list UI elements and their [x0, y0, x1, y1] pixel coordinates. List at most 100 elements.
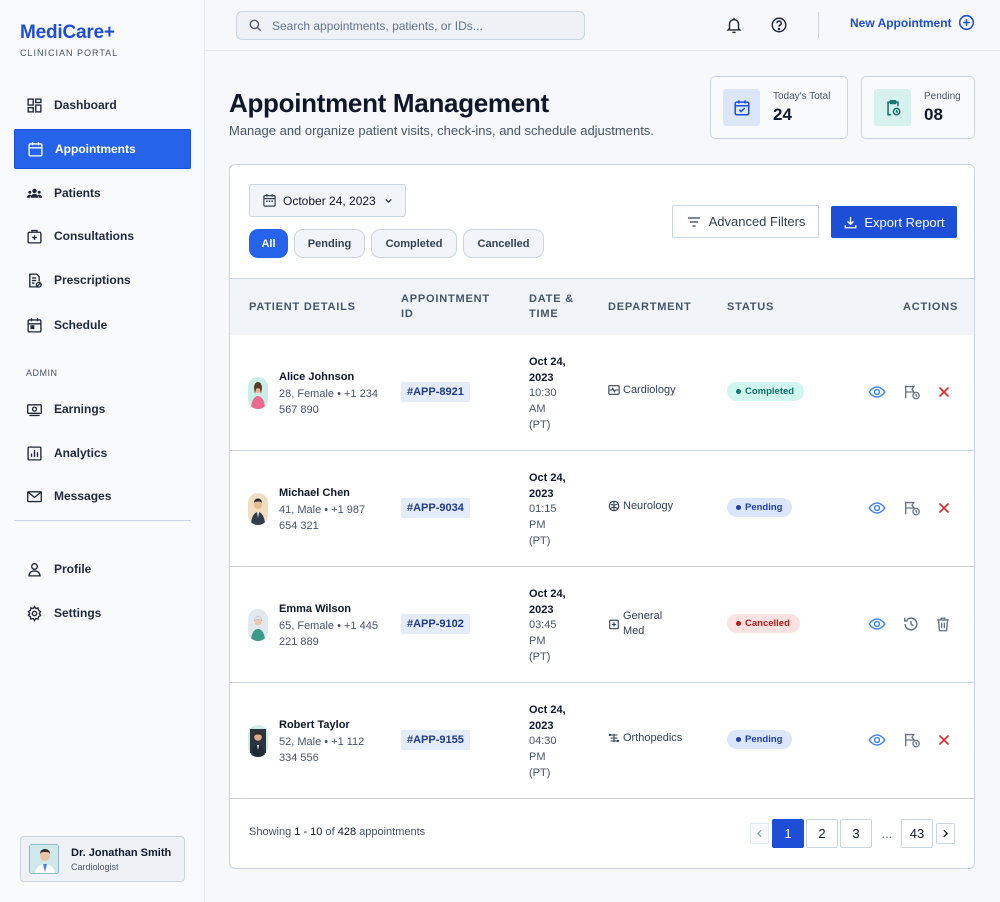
current-user-card[interactable]: Dr. Jonathan Smith Cardiologist [20, 836, 185, 882]
table-row[interactable]: Alice Johnson 28, Female • +1 234 567 89… [230, 335, 974, 451]
pagination-page-1[interactable]: 1 [772, 819, 804, 848]
view-button[interactable] [867, 730, 887, 750]
brand-subtitle: CLINICIAN PORTAL [20, 48, 119, 58]
mail-icon [27, 490, 42, 502]
export-report-button[interactable]: Export Report [831, 206, 957, 238]
admin-section-label: ADMIN [26, 368, 58, 378]
reschedule-button[interactable] [902, 498, 922, 518]
chevron-left-icon [756, 829, 762, 838]
sidebar-item-label: Schedule [54, 318, 108, 332]
table-row[interactable]: Emma Wilson 65, Female • +1 445 221 889 … [230, 567, 974, 683]
appointment-time: 03:45 PM (PT) [529, 619, 557, 663]
filter-completed[interactable]: Completed [371, 229, 457, 258]
stat-icon-wrap [874, 89, 911, 126]
department-label: Orthopedics [623, 732, 683, 744]
sidebar-item-analytics[interactable]: Analytics [14, 433, 191, 473]
brand-logo[interactable]: MediCare+ [20, 22, 115, 44]
restore-button[interactable] [901, 614, 921, 634]
close-icon [938, 502, 950, 514]
cancel-button[interactable] [934, 498, 954, 518]
view-button[interactable] [867, 614, 887, 634]
appointment-id[interactable]: #APP-9155 [401, 730, 470, 750]
download-icon [844, 216, 857, 228]
pagination-next[interactable] [936, 823, 955, 844]
appointment-time: 04:30 PM (PT) [529, 735, 557, 779]
of-label: of [325, 826, 335, 838]
chevron-right-icon [943, 829, 949, 838]
filter-pending[interactable]: Pending [294, 229, 365, 258]
total-count: 428 [337, 826, 357, 838]
sidebar-item-earnings[interactable]: Earnings [14, 389, 191, 429]
status-dot [736, 389, 741, 394]
calendar-icon [263, 194, 276, 207]
appointment-id[interactable]: #APP-8921 [401, 382, 470, 402]
status-dot [736, 505, 741, 510]
column-header: DATE & TIME [529, 293, 574, 320]
sidebar-item-schedule[interactable]: Schedule [14, 305, 191, 345]
pagination-page-2[interactable]: 2 [806, 819, 838, 848]
filter-all[interactable]: All [249, 229, 288, 258]
sidebar-item-appointments[interactable]: Appointments [14, 129, 191, 169]
patient-info: 52, Male • +1 112 334 556 [279, 736, 365, 764]
medkit-icon [609, 619, 619, 630]
sidebar-item-consultations[interactable]: Consultations [14, 216, 191, 256]
sidebar-item-profile[interactable]: Profile [14, 549, 191, 589]
reschedule-button[interactable] [902, 730, 922, 750]
pagination-page-43[interactable]: 43 [901, 819, 933, 848]
cancel-button[interactable] [934, 730, 954, 750]
appointment-id[interactable]: #APP-9102 [401, 614, 470, 634]
prescriptions-icon [29, 272, 42, 288]
bone-icon [608, 733, 620, 743]
reschedule-button[interactable] [902, 382, 922, 402]
clipboard-clock-icon [886, 99, 901, 116]
pagination-ellipsis: ... [881, 826, 893, 841]
sidebar-divider [14, 520, 191, 521]
department: Cardiology [608, 384, 676, 396]
search-input[interactable] [272, 18, 572, 33]
sidebar-item-label: Earnings [54, 402, 106, 416]
date-picker[interactable]: October 24, 2023 [249, 184, 406, 217]
sidebar-item-dashboard[interactable]: Dashboard [14, 85, 191, 125]
new-appointment-button[interactable]: New Appointment [850, 14, 975, 31]
table-row[interactable]: Michael Chen 41, Male • +1 987 654 321 #… [230, 451, 974, 567]
sidebar-item-settings[interactable]: Settings [14, 593, 191, 633]
filter-cancelled[interactable]: Cancelled [463, 229, 544, 258]
pagination-prev[interactable] [750, 823, 769, 844]
user-icon [28, 562, 41, 577]
advanced-filters-button[interactable]: Advanced Filters [672, 205, 819, 238]
sidebar-item-patients[interactable]: Patients [14, 173, 191, 213]
column-header: APPOINTMENT ID [401, 293, 490, 320]
cancel-button[interactable] [934, 382, 954, 402]
sidebar-item-label: Settings [54, 606, 102, 620]
pagination-page-3[interactable]: 3 [840, 819, 872, 848]
column-header: PATIENT DETAILS [249, 301, 356, 313]
bell-icon[interactable] [725, 16, 743, 34]
sidebar-item-label: Patients [54, 186, 101, 200]
sidebar-item-messages[interactable]: Messages [14, 476, 191, 516]
department-label: Cardiology [623, 384, 676, 396]
topbar: New Appointment [205, 0, 1000, 51]
column-header: DEPARTMENT [608, 301, 692, 313]
appointment-id[interactable]: #APP-9034 [401, 498, 470, 518]
view-button[interactable] [867, 498, 887, 518]
chevron-down-icon [385, 198, 392, 204]
appointment-date: Oct 24, 2023 [529, 356, 566, 384]
delete-button[interactable] [933, 614, 953, 634]
showing-label: Showing [249, 826, 292, 838]
table-row[interactable]: Robert Taylor 52, Male • +1 112 334 556 … [230, 683, 974, 799]
table-header: PATIENT DETAILS APPOINTMENT ID DATE & TI… [230, 278, 974, 335]
reschedule-icon [905, 733, 920, 748]
help-icon[interactable] [770, 16, 788, 34]
stat-card-today-total: Today's Total 24 [710, 76, 848, 139]
filter-lines-icon [687, 216, 700, 227]
search-bar[interactable] [236, 11, 585, 40]
page-title: Appointment Management [229, 88, 549, 118]
pagination-summary: Showing 1 - 10 of 428 appointments [249, 826, 425, 838]
dashboard-icon [27, 97, 42, 113]
sidebar-item-prescriptions[interactable]: Prescriptions [14, 260, 191, 300]
column-header: ACTIONS [903, 301, 959, 313]
view-button[interactable] [867, 382, 887, 402]
sidebar-item-label: Messages [54, 489, 112, 503]
appointment-date: Oct 24, 2023 [529, 704, 566, 732]
summary-suffix: appointments [359, 826, 426, 838]
